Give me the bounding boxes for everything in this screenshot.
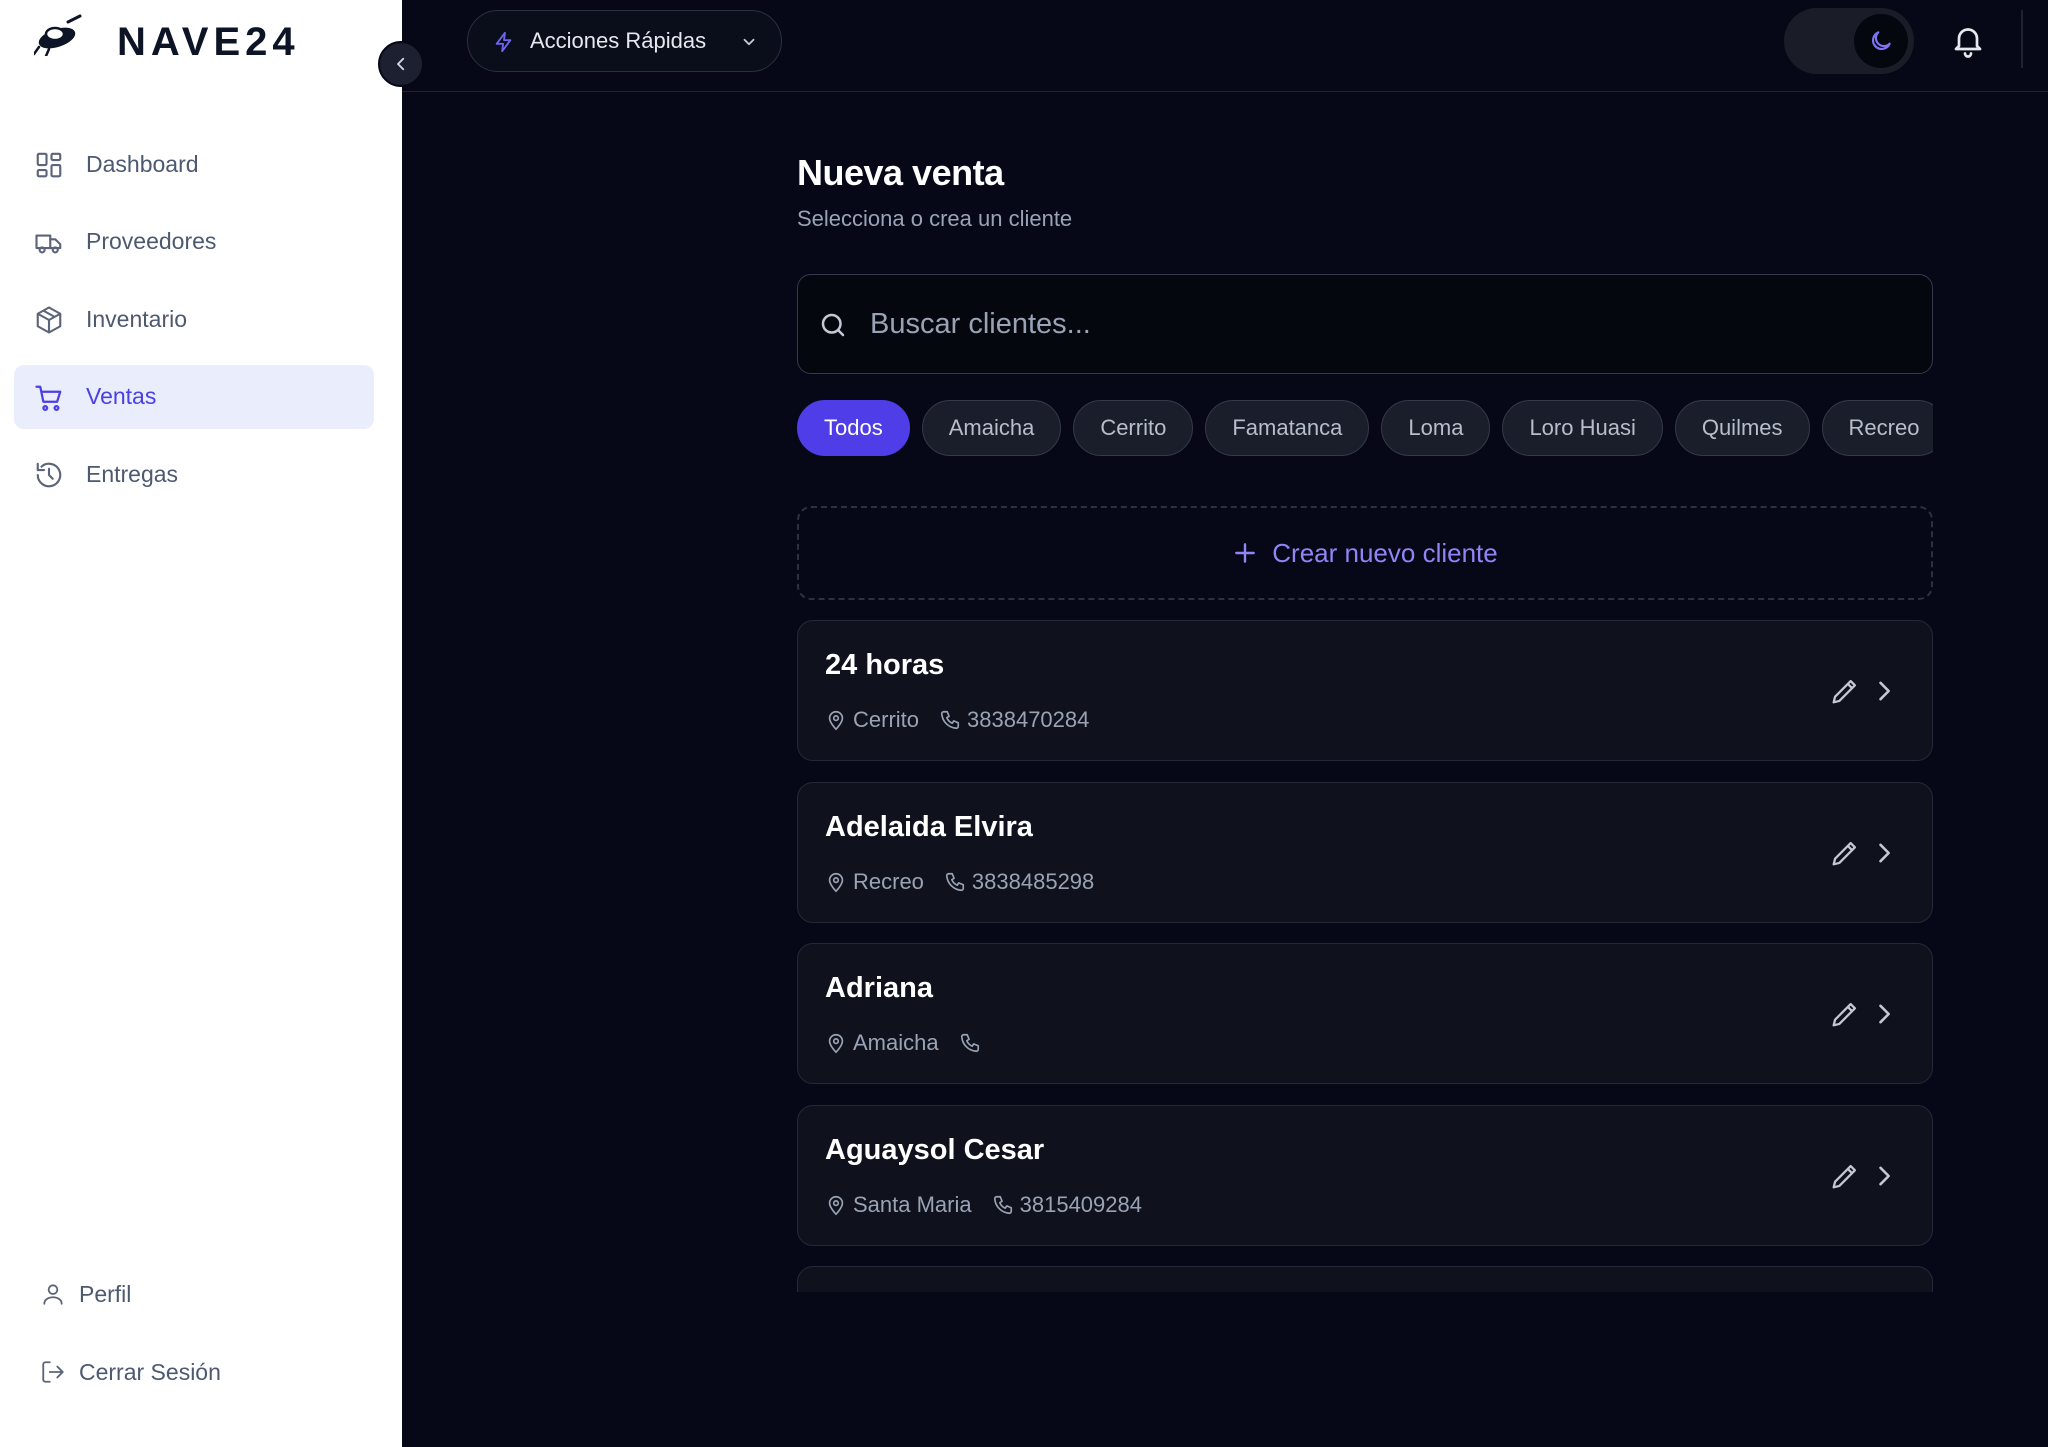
client-card[interactable]: Adelaida Elvira Recreo 3838485298 <box>797 781 1933 923</box>
sidebar-item-label: Proveedores <box>86 228 217 254</box>
sidebar-nav: Dashboard Proveedores Inventario Ventas … <box>14 132 374 520</box>
sidebar-item-inventario[interactable]: Inventario <box>14 287 374 351</box>
location-filter-chips: Todos Amaicha Cerrito Famatanca Loma Loro Hua… <box>797 400 1933 456</box>
top-bar: Acciones Rápidas <box>402 0 2048 92</box>
sidebar-item-proveedores[interactable]: Proveedores <box>14 210 374 274</box>
filter-chip-amaicha[interactable]: Amaicha <box>921 400 1062 456</box>
spaceship-logo-icon <box>34 12 84 56</box>
sidebar-item-entregas[interactable]: Entregas <box>14 442 374 506</box>
phone-icon <box>939 709 961 731</box>
map-pin-icon <box>825 709 847 731</box>
filter-chip-todos[interactable]: Todos <box>797 400 910 456</box>
filter-chip-cerrito[interactable]: Cerrito <box>1073 400 1194 456</box>
dashboard-icon <box>34 150 64 180</box>
client-location: Cerrito <box>853 707 920 732</box>
theme-toggle[interactable] <box>1784 8 1914 74</box>
phone-icon <box>992 1194 1014 1216</box>
collapse-sidebar-button[interactable] <box>378 41 424 87</box>
header-divider <box>2021 10 2023 68</box>
edit-pencil-icon[interactable] <box>1828 836 1862 870</box>
sidebar: NAVE24 Dashboard Proveedores Inventario … <box>0 0 402 1447</box>
filter-chip-loro-huasi[interactable]: Loro Huasi <box>1502 400 1663 456</box>
client-card[interactable]: Aguaysol Cesar Santa Maria 3815409284 <box>797 1104 1933 1246</box>
client-location: Santa Maria <box>853 1191 972 1217</box>
phone-icon <box>944 871 966 893</box>
client-phone: 3838470284 <box>967 707 1090 732</box>
plus-icon <box>1232 540 1258 566</box>
profile-link[interactable]: Perfil <box>26 1268 356 1320</box>
map-pin-icon <box>825 1194 847 1216</box>
chevron-right-icon <box>1870 1162 1898 1190</box>
chevron-left-icon <box>392 55 410 73</box>
moon-icon <box>1868 28 1894 54</box>
client-meta: Cerrito 3838470284 <box>825 705 1089 735</box>
lightning-icon <box>493 31 515 53</box>
client-phone: 3838485298 <box>971 868 1095 894</box>
client-search-box <box>797 274 1933 374</box>
chevron-right-icon <box>1870 1000 1898 1028</box>
client-location: Amaicha <box>853 1030 939 1055</box>
theme-toggle-knob <box>1854 14 1908 68</box>
sidebar-item-ventas[interactable]: Ventas <box>14 364 374 429</box>
edit-pencil-icon[interactable] <box>1828 674 1862 708</box>
client-name: Adelaida Elvira <box>825 810 1033 843</box>
sidebar-item-label: Entregas <box>86 460 179 487</box>
edit-pencil-icon[interactable] <box>1828 1159 1862 1193</box>
box-icon <box>34 305 64 335</box>
client-meta: Santa Maria 3815409284 <box>825 1190 1142 1220</box>
cart-icon <box>34 383 64 413</box>
user-icon <box>40 1281 66 1307</box>
search-icon <box>818 310 848 340</box>
create-client-button[interactable]: Crear nuevo cliente <box>797 506 1933 600</box>
client-name: Adriana <box>825 972 933 1004</box>
client-location: Recreo <box>853 868 924 894</box>
filter-chip-famatanca[interactable]: Famatanca <box>1205 400 1370 456</box>
client-name: 24 horas <box>825 649 945 681</box>
client-list: 24 horas Cerrito 3838470284 Adelaida Elv… <box>797 620 1933 1292</box>
chevron-right-icon <box>1870 677 1898 705</box>
sidebar-item-label: Ventas <box>86 383 157 409</box>
notifications-bell-icon[interactable] <box>1950 22 1986 58</box>
page-title: Nueva venta <box>797 152 1004 193</box>
chevron-right-icon <box>1870 839 1898 867</box>
quick-actions-dropdown[interactable]: Acciones Rápidas <box>467 10 782 72</box>
sidebar-item-dashboard[interactable]: Dashboard <box>14 132 374 196</box>
client-search-input[interactable] <box>870 275 1910 373</box>
profile-label: Perfil <box>79 1280 132 1307</box>
logout-icon <box>40 1359 66 1385</box>
truck-icon <box>34 228 64 258</box>
logout-label: Cerrar Sesión <box>79 1358 221 1385</box>
filter-chip-loma[interactable]: Loma <box>1381 400 1491 456</box>
client-meta: Recreo 3838485298 <box>825 867 1094 897</box>
edit-pencil-icon[interactable] <box>1828 997 1862 1031</box>
quick-actions-label: Acciones Rápidas <box>530 28 707 53</box>
logout-link[interactable]: Cerrar Sesión <box>26 1346 356 1398</box>
client-card[interactable]: 24 horas Cerrito 3838470284 <box>797 620 1933 761</box>
map-pin-icon <box>825 1032 847 1054</box>
client-card[interactable]: Adriana Amaicha <box>797 943 1933 1084</box>
filter-chip-quilmes[interactable]: Quilmes <box>1674 400 1810 456</box>
client-name: Aguaysol Cesar <box>825 1133 1045 1166</box>
phone-icon <box>959 1032 981 1054</box>
create-client-label: Crear nuevo cliente <box>1272 537 1498 568</box>
sidebar-item-label: Dashboard <box>86 150 199 177</box>
sidebar-footer: Perfil Cerrar Sesión <box>26 1268 356 1424</box>
sidebar-item-label: Inventario <box>86 305 188 332</box>
history-icon <box>34 460 64 490</box>
client-phone: 3815409284 <box>1019 1191 1142 1217</box>
map-pin-icon <box>825 871 847 893</box>
client-meta: Amaicha <box>825 1028 987 1058</box>
brand-name: NAVE24 <box>117 20 300 64</box>
page-subtitle: Selecciona o crea un cliente <box>797 206 1073 231</box>
chevron-down-icon <box>740 33 758 51</box>
filter-chip-recreo[interactable]: Recreo <box>1821 400 1933 456</box>
client-card-partial[interactable] <box>797 1266 1933 1292</box>
